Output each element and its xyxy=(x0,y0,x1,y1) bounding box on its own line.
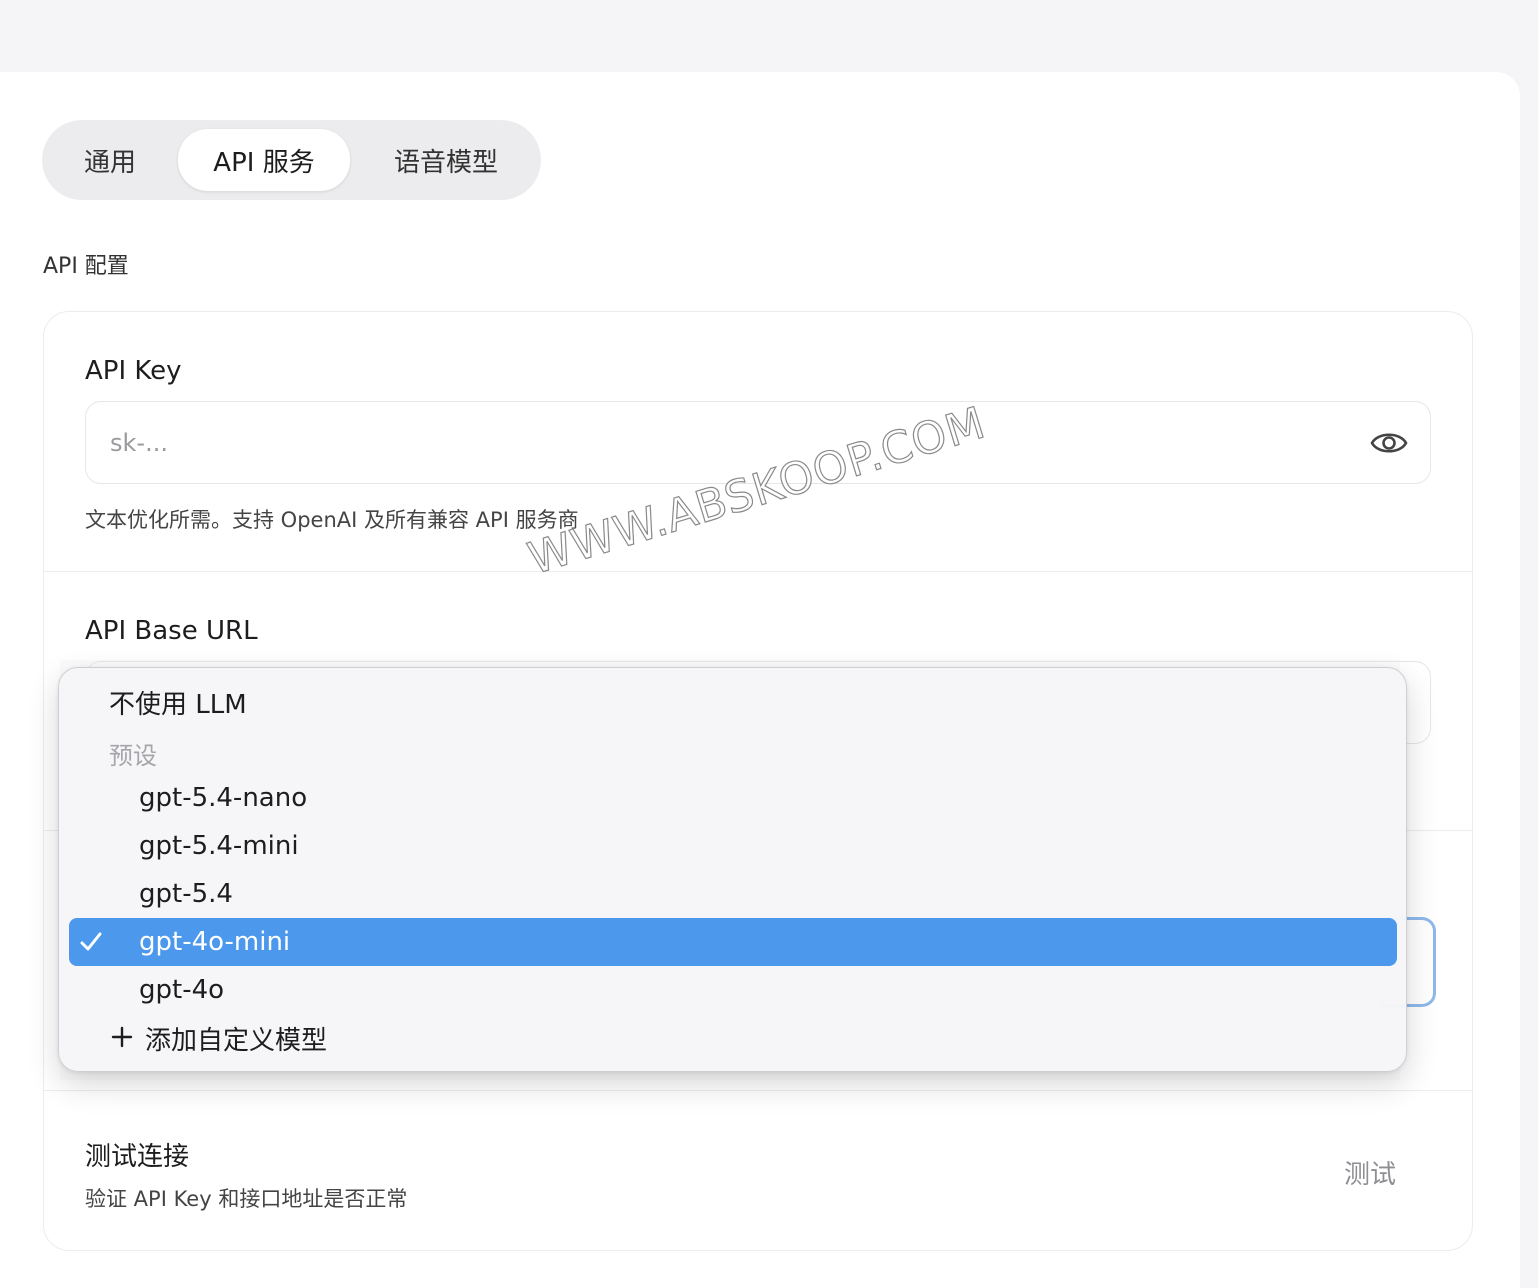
menu-item-gpt-5.4[interactable]: gpt-5.4 xyxy=(69,870,1397,918)
tab-api-service[interactable]: API 服务 xyxy=(178,129,350,191)
menu-item-label: gpt-5.4-nano xyxy=(139,783,308,813)
model-dropdown-menu: 不使用 LLM 预设 gpt-5.4-nano gpt-5.4-mini gpt… xyxy=(58,667,1407,1072)
menu-item-label: gpt-5.4 xyxy=(139,879,233,909)
menu-item-label: 添加自定义模型 xyxy=(145,1025,328,1056)
divider xyxy=(44,1090,1472,1091)
api-key-hint: 文本优化所需。支持 OpenAI 及所有兼容 API 服务商 xyxy=(85,508,579,532)
settings-tabs: 通用 API 服务 语音模型 xyxy=(42,120,541,200)
section-title: API 配置 xyxy=(43,254,129,279)
tab-voice-model[interactable]: 语音模型 xyxy=(364,129,528,191)
tab-general[interactable]: 通用 xyxy=(56,129,164,191)
menu-group-preset: 预设 xyxy=(109,742,157,770)
divider xyxy=(44,571,1472,572)
test-connection-label: 测试连接 xyxy=(85,1142,190,1172)
menu-item-gpt-5.4-nano[interactable]: gpt-5.4-nano xyxy=(69,774,1397,822)
base-url-label: API Base URL xyxy=(85,616,258,646)
menu-item-label: 不使用 LLM xyxy=(109,689,247,720)
menu-item-gpt-4o-mini[interactable]: gpt-4o-mini xyxy=(69,918,1397,966)
menu-item-add-custom-model[interactable]: 添加自定义模型 xyxy=(69,1014,1397,1062)
checkmark-icon xyxy=(80,932,102,951)
api-key-label: API Key xyxy=(85,356,182,386)
menu-item-label: gpt-5.4-mini xyxy=(139,831,299,861)
menu-item-gpt-4o[interactable]: gpt-4o xyxy=(69,966,1397,1014)
menu-item-label: gpt-4o-mini xyxy=(139,927,291,957)
plus-icon xyxy=(111,1026,133,1048)
test-button[interactable]: 测试 xyxy=(1330,1150,1410,1194)
menu-item-no-llm[interactable]: 不使用 LLM xyxy=(69,678,1397,726)
eye-icon[interactable] xyxy=(1370,426,1408,460)
menu-item-label: gpt-4o xyxy=(139,975,225,1005)
api-key-input[interactable] xyxy=(110,402,1350,483)
menu-item-gpt-5.4-mini[interactable]: gpt-5.4-mini xyxy=(69,822,1397,870)
test-connection-hint: 验证 API Key 和接口地址是否正常 xyxy=(85,1187,408,1211)
